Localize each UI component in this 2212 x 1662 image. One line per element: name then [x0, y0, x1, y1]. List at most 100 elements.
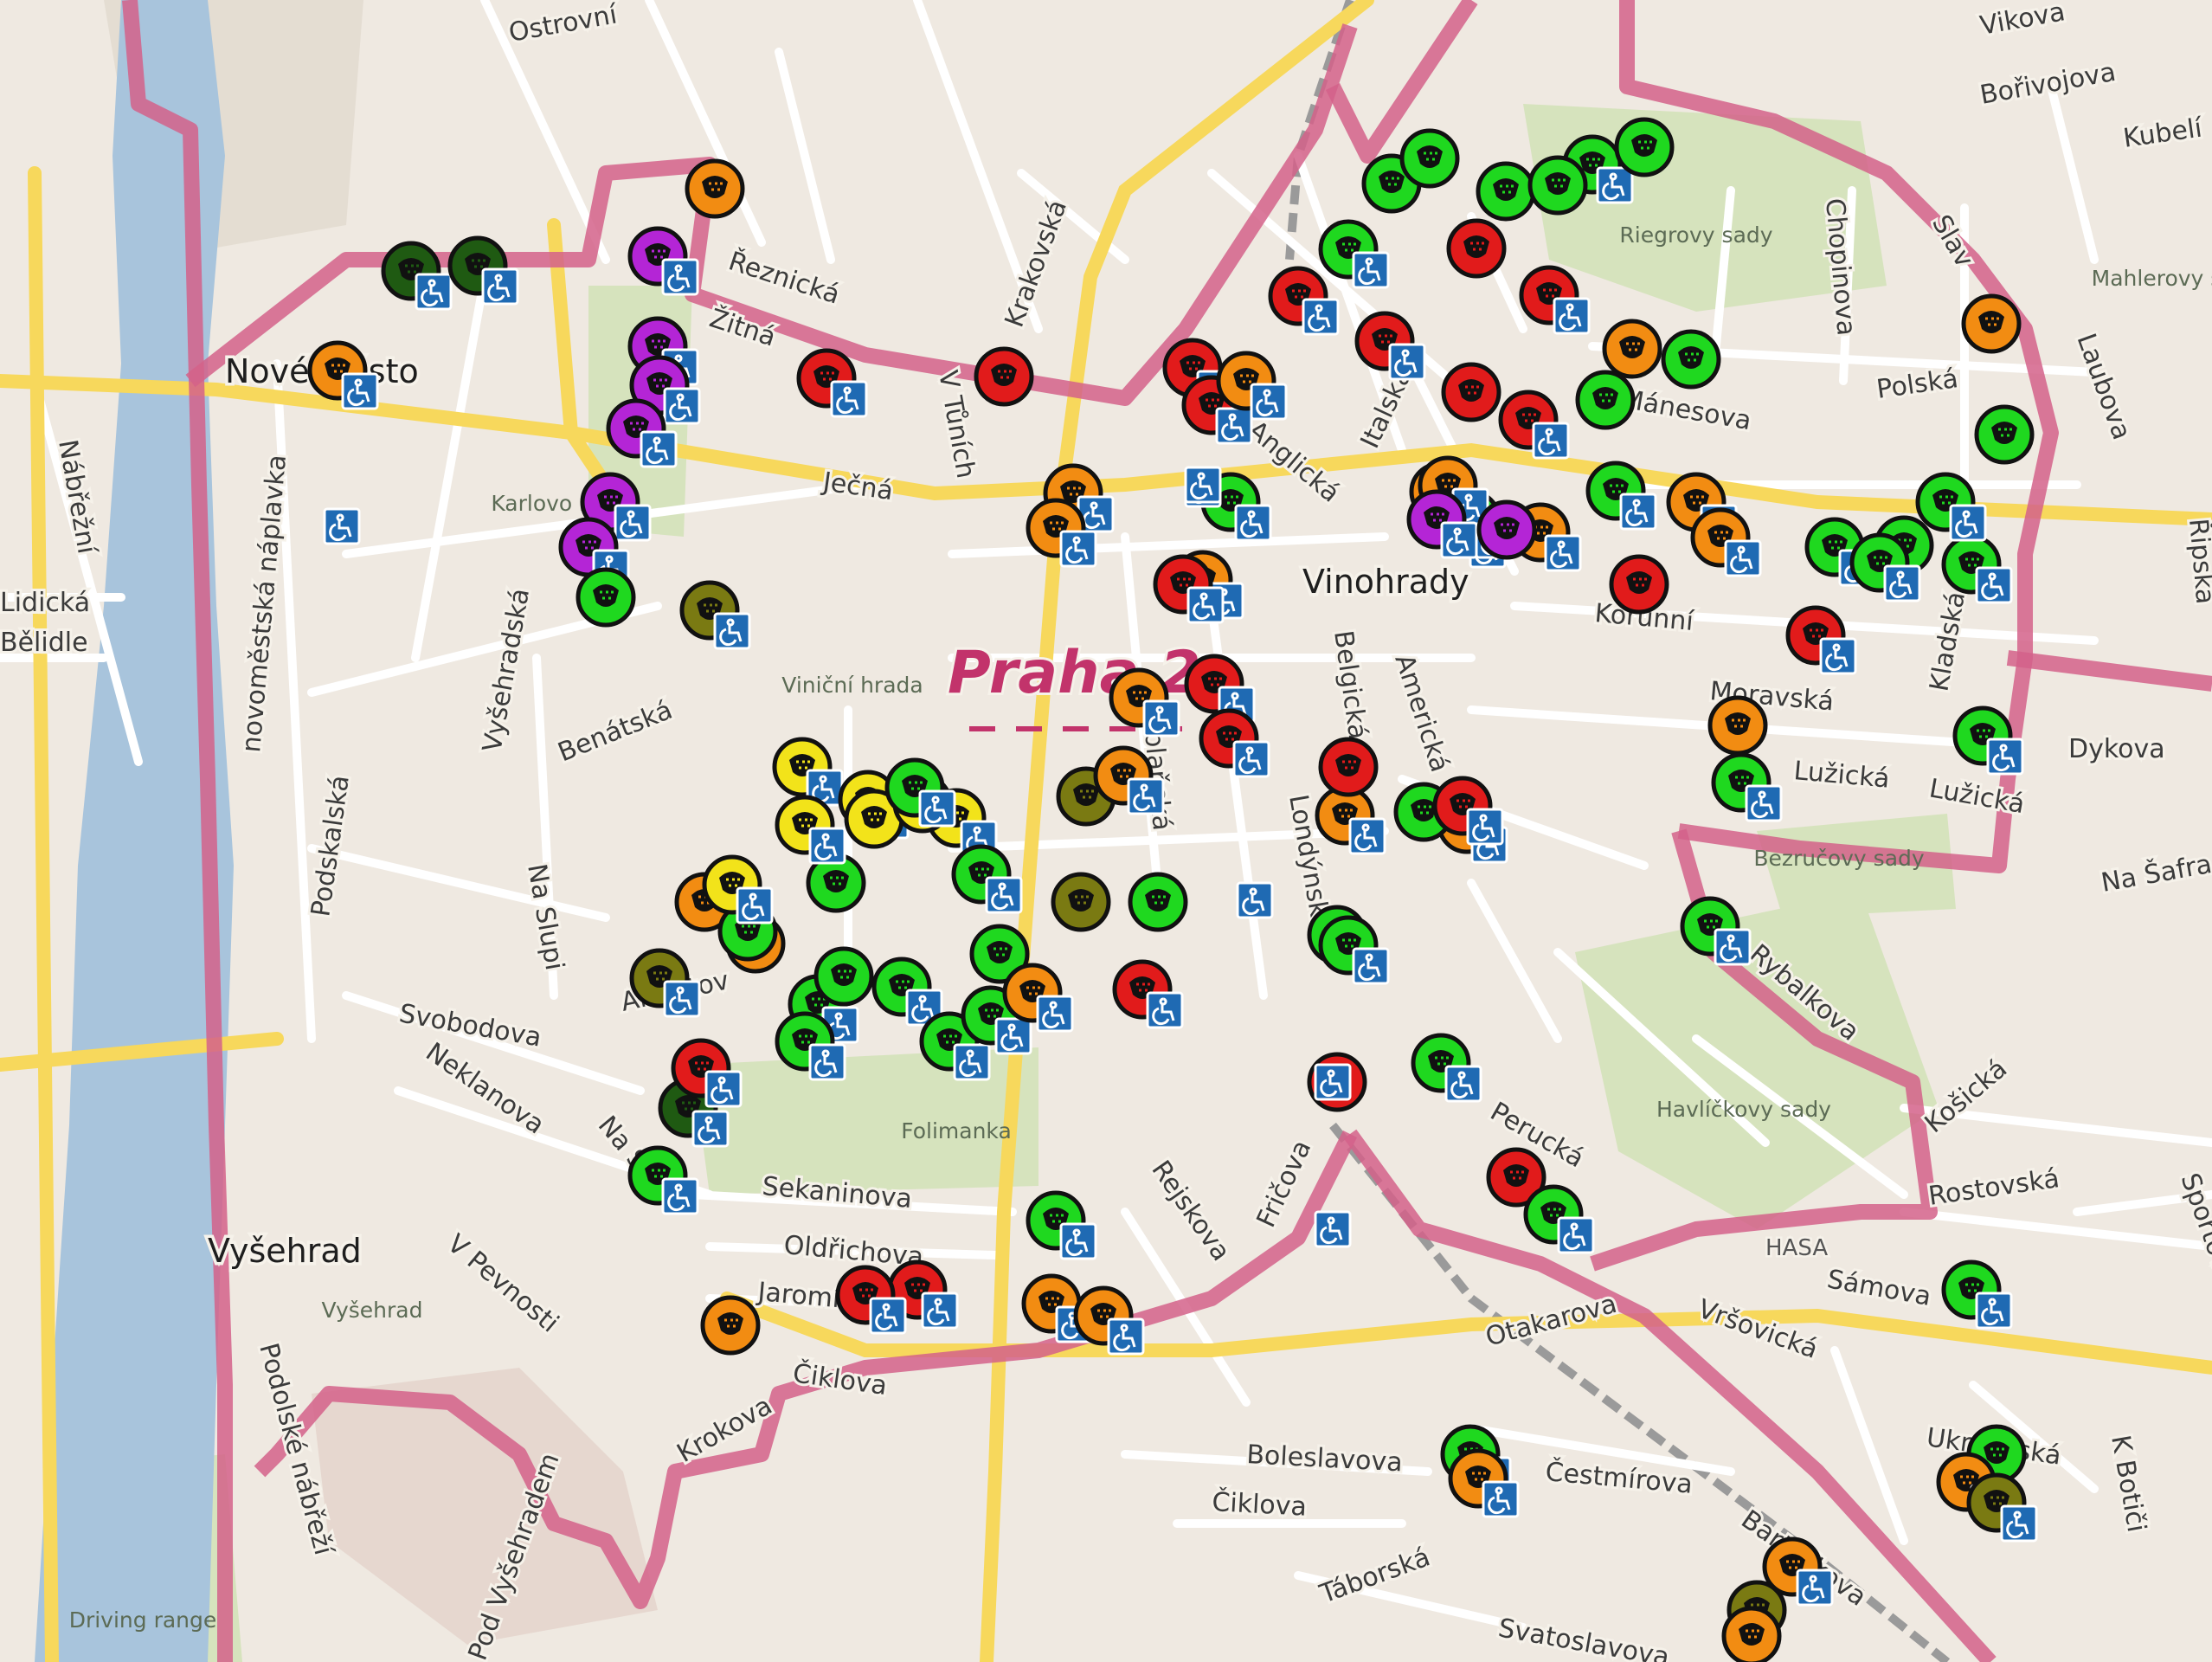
wheelchair-accessible-icon	[614, 504, 652, 542]
wheelchair-accessible-icon	[1440, 521, 1478, 559]
wheelchair-accessible-icon	[1949, 504, 1987, 542]
poi-marker-red[interactable]	[974, 346, 1034, 407]
wheelchair-accessible-icon	[1544, 534, 1582, 572]
wheelchair-icon	[1184, 466, 1222, 504]
wheelchair-accessible-icon	[713, 612, 751, 650]
wheelchair-accessible-icon	[640, 430, 678, 468]
wheelchair-accessible-icon	[1883, 564, 1921, 602]
poi-marker-red[interactable]	[1318, 737, 1379, 797]
wheelchair-accessible-icon	[1146, 991, 1184, 1029]
wheelchair-accessible-icon	[1142, 699, 1180, 738]
wheelchair-accessible-icon	[918, 789, 956, 828]
wheelchair-icon	[1314, 1063, 1352, 1101]
wheelchair-accessible-icon	[481, 267, 519, 306]
wheelchair-accessible-icon	[704, 1070, 743, 1108]
park-label-vysehrad: Vyšehrad	[322, 1298, 423, 1323]
wheelchair-accessible-icon	[1553, 297, 1591, 335]
street-label: HASA	[1765, 1235, 1828, 1261]
place-label-vinohrady: Vinohrady	[1302, 563, 1469, 601]
wheelchair-accessible-icon	[663, 980, 701, 1018]
park-label-vinicni: Viniční hrada	[781, 673, 923, 698]
poi-marker-green[interactable]	[1399, 128, 1460, 189]
wheelchair-accessible-icon	[341, 372, 379, 410]
wheelchair-accessible-icon	[1302, 298, 1340, 336]
poi-marker-orange[interactable]	[1707, 695, 1768, 756]
street-label: Lidická	[0, 588, 90, 618]
wheelchair-accessible-icon	[1348, 817, 1386, 855]
wheelchair-accessible-icon	[1557, 1216, 1595, 1254]
wheelchair-icon	[1236, 881, 1274, 919]
poi-marker-green[interactable]	[1614, 117, 1675, 177]
wheelchair-accessible-icon	[953, 1043, 991, 1081]
map-canvas[interactable]: Nové Město Vyšehrad Vinohrady Praha 2 Os…	[0, 0, 2212, 1662]
poi-marker-red[interactable]	[1441, 362, 1501, 422]
poi-marker-green[interactable]	[1128, 872, 1188, 932]
wheelchair-icon	[323, 507, 361, 545]
wheelchair-accessible-icon	[1796, 1569, 1834, 1607]
park-label-havlickovy: Havlíčkovy sady	[1656, 1097, 1831, 1122]
wheelchair-accessible-icon	[1714, 928, 1752, 966]
wheelchair-accessible-icon	[1036, 995, 1074, 1033]
street-label: Dykova	[2068, 734, 2165, 764]
poi-marker-orange[interactable]	[685, 158, 745, 219]
poi-marker-orange[interactable]	[1721, 1606, 1782, 1662]
wheelchair-accessible-icon	[1444, 1065, 1482, 1103]
park-label-bezrucovy: Bezručovy sady	[1753, 846, 1925, 871]
wheelchair-accessible-icon	[1250, 383, 1288, 421]
wheelchair-accessible-icon	[663, 387, 701, 425]
wheelchair-accessible-icon	[1975, 566, 2013, 604]
wheelchair-accessible-icon	[869, 1297, 907, 1335]
poi-marker-green[interactable]	[1476, 161, 1536, 222]
wheelchair-accessible-icon	[1059, 1222, 1097, 1260]
poi-marker-green[interactable]	[1527, 155, 1588, 216]
wheelchair-accessible-icon	[2000, 1504, 2038, 1543]
wheelchair-accessible-icon	[1745, 784, 1783, 822]
place-label-vysehrad: Vyšehrad	[208, 1232, 362, 1270]
wheelchair-accessible-icon	[661, 1177, 699, 1215]
wheelchair-accessible-icon	[1352, 947, 1390, 985]
poi-marker-green[interactable]	[576, 567, 636, 628]
wheelchair-accessible-icon	[1819, 637, 1857, 675]
wheelchair-accessible-icon	[691, 1110, 730, 1148]
poi-marker-red[interactable]	[1446, 218, 1507, 279]
wheelchair-accessible-icon	[1215, 407, 1253, 445]
wheelchair-accessible-icon	[1619, 493, 1657, 531]
poi-marker-green[interactable]	[1575, 370, 1636, 430]
wheelchair-accessible-icon	[830, 380, 868, 418]
park-label-riegrovy: Riegrovy sady	[1619, 222, 1772, 248]
wheelchair-accessible-icon	[994, 1017, 1032, 1055]
wheelchair-accessible-icon	[1107, 1317, 1145, 1356]
park-label-folimanka: Folimanka	[901, 1118, 1012, 1143]
poi-marker-orange[interactable]	[700, 1295, 761, 1356]
wheelchair-accessible-icon	[921, 1292, 959, 1330]
wheelchair-icon	[1314, 1210, 1352, 1248]
wheelchair-accessible-icon	[985, 876, 1023, 914]
wheelchair-accessible-icon	[661, 258, 699, 296]
wheelchair-accessible-icon	[1482, 1480, 1520, 1518]
poi-marker-red[interactable]	[1609, 554, 1669, 615]
park-label-driving: Driving range	[69, 1607, 217, 1633]
poi-marker-green[interactable]	[813, 946, 874, 1007]
wheelchair-accessible-icon	[808, 827, 846, 865]
street-label: Čiklova	[1212, 1485, 1308, 1523]
map-view[interactable]: Nové Město Vyšehrad Vinohrady Praha 2 Os…	[0, 0, 2212, 1662]
wheelchair-accessible-icon	[1975, 1292, 2013, 1330]
wheelchair-accessible-icon	[1234, 504, 1272, 542]
wheelchair-accessible-icon	[1232, 740, 1270, 778]
poi-marker-orange[interactable]	[1602, 319, 1662, 379]
poi-marker-purple[interactable]	[1476, 499, 1537, 560]
wheelchair-accessible-icon	[1059, 530, 1097, 568]
street-label: Bělidle	[0, 628, 88, 658]
wheelchair-accessible-icon	[1127, 777, 1165, 815]
wheelchair-accessible-icon	[1596, 166, 1634, 204]
wheelchair-accessible-icon	[1352, 251, 1390, 289]
wheelchair-accessible-icon	[736, 886, 774, 924]
poi-marker-olive[interactable]	[1051, 872, 1111, 932]
wheelchair-accessible-icon	[808, 1043, 846, 1081]
wheelchair-accessible-icon	[1388, 343, 1426, 381]
wheelchair-accessible-icon	[1466, 808, 1504, 846]
poi-marker-orange[interactable]	[1961, 293, 2022, 354]
poi-marker-green[interactable]	[1661, 329, 1721, 390]
park-label-mahlerovy: Mahlerovy sady	[2092, 266, 2212, 291]
poi-marker-green[interactable]	[1974, 404, 2035, 465]
